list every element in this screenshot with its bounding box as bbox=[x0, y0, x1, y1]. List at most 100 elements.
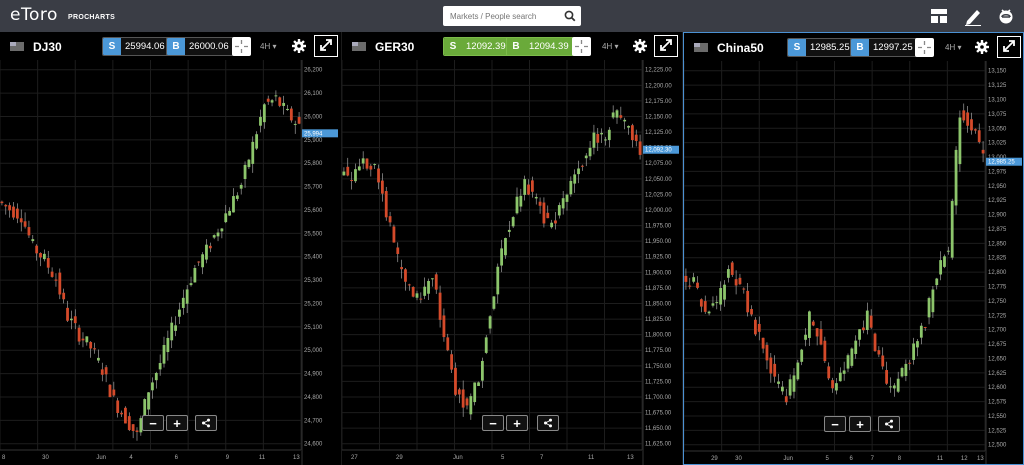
candle bbox=[266, 98, 270, 102]
timeframe-dropdown[interactable]: 4H ▾ bbox=[602, 42, 618, 51]
candle bbox=[212, 235, 216, 238]
candle bbox=[703, 301, 707, 312]
candle bbox=[800, 349, 804, 362]
search-icon[interactable] bbox=[563, 9, 577, 23]
timeframe-dropdown[interactable]: 4H ▾ bbox=[260, 42, 276, 51]
sell-button[interactable]: S 25994.06 bbox=[102, 37, 170, 56]
zoom-in-button[interactable]: + bbox=[849, 416, 871, 432]
y-tick-label: 12,150.00 bbox=[645, 114, 672, 120]
candle bbox=[569, 180, 573, 195]
x-tick-label: 5 bbox=[825, 456, 829, 462]
buy-button[interactable]: B 26000.06 bbox=[166, 37, 234, 56]
crosshair-button[interactable] bbox=[915, 38, 934, 57]
chart-panel-ger30[interactable]: GER30 S 12092.39 B 12094.39 4H ▾ 12,225.00 12,2… bbox=[342, 32, 682, 465]
candle bbox=[946, 250, 950, 252]
candle bbox=[380, 180, 384, 194]
candlestick-chart[interactable]: 13,15013,12513,10013,07513,05013,02513,0… bbox=[684, 61, 1024, 465]
x-tick-label: 11 bbox=[937, 456, 944, 462]
candle bbox=[912, 343, 916, 360]
candle bbox=[804, 334, 807, 340]
candle bbox=[615, 110, 619, 118]
candle bbox=[89, 341, 93, 349]
etoro-icon[interactable] bbox=[996, 6, 1016, 26]
share-button[interactable] bbox=[195, 415, 217, 431]
y-tick-label: 12,725 bbox=[988, 313, 1007, 319]
y-tick-label: 11,700.00 bbox=[645, 395, 672, 401]
share-button[interactable] bbox=[537, 415, 559, 431]
crosshair-button[interactable] bbox=[572, 37, 591, 56]
candle bbox=[573, 174, 577, 184]
candle bbox=[896, 378, 900, 392]
candle bbox=[392, 226, 396, 243]
gear-icon[interactable] bbox=[291, 38, 307, 54]
candle bbox=[692, 277, 696, 282]
candlestick-chart[interactable]: 26,200 26,100 26,000 25,900 25,800 25,700 25,6… bbox=[0, 60, 341, 465]
y-tick-label: 12,675 bbox=[988, 342, 1007, 348]
zoom-in-button[interactable]: + bbox=[166, 415, 188, 431]
candle bbox=[527, 184, 530, 195]
candle bbox=[730, 262, 734, 275]
search-input[interactable] bbox=[443, 6, 555, 27]
candlestick-chart[interactable]: 12,225.00 12,200.00 12,175.00 12,150.00 12,1… bbox=[342, 60, 682, 465]
layout-icon[interactable] bbox=[929, 6, 949, 26]
buy-button[interactable]: B 12094.39 bbox=[506, 37, 574, 56]
expand-button[interactable] bbox=[314, 35, 338, 57]
candle bbox=[958, 117, 962, 165]
zoom-out-button[interactable]: − bbox=[142, 415, 164, 431]
chart-panel-dj30[interactable]: DJ30 S 25994.06 B 26000.06 4H ▾ 26,200 26,100 26… bbox=[0, 32, 341, 465]
candle bbox=[719, 288, 723, 305]
crosshair-button[interactable] bbox=[232, 37, 251, 56]
top-bar: eToro PROCHARTS bbox=[0, 0, 1024, 32]
candle bbox=[862, 327, 865, 331]
candle bbox=[515, 196, 519, 214]
zoom-in-button[interactable]: + bbox=[506, 415, 528, 431]
search-box[interactable] bbox=[443, 6, 581, 27]
candle bbox=[769, 357, 773, 374]
y-tick-label: 11,900.00 bbox=[645, 270, 672, 276]
y-tick-label: 12,750 bbox=[988, 299, 1007, 305]
gear-icon[interactable] bbox=[974, 39, 990, 55]
candle bbox=[170, 322, 174, 341]
sell-button[interactable]: S 12985.25 bbox=[787, 38, 855, 57]
gear-icon[interactable] bbox=[632, 38, 648, 54]
candle bbox=[492, 296, 496, 309]
y-tick-label: 12,850 bbox=[988, 241, 1007, 247]
buy-price: 26000.06 bbox=[185, 38, 233, 55]
candle bbox=[54, 279, 58, 281]
candle bbox=[243, 164, 247, 180]
buy-button[interactable]: B 12997.25 bbox=[850, 38, 918, 57]
etoro-logo[interactable]: eToro bbox=[10, 5, 58, 25]
x-tick-label: 27 bbox=[351, 455, 358, 461]
candle bbox=[19, 218, 23, 223]
candle bbox=[469, 396, 473, 415]
x-tick-label: Jun bbox=[453, 455, 463, 461]
expand-button[interactable] bbox=[997, 36, 1021, 58]
y-tick-label: 25,000 bbox=[304, 348, 323, 354]
candle bbox=[131, 424, 135, 432]
candle bbox=[151, 382, 154, 391]
instrument-symbol: China50 bbox=[717, 41, 764, 55]
candle bbox=[42, 253, 46, 260]
candle bbox=[908, 362, 912, 364]
candle bbox=[77, 327, 81, 342]
y-tick-label: 24,900 bbox=[304, 372, 323, 378]
pencil-icon[interactable] bbox=[963, 6, 983, 26]
zoom-out-button[interactable]: − bbox=[824, 416, 846, 432]
candle bbox=[750, 308, 753, 315]
share-button[interactable] bbox=[878, 416, 900, 432]
y-tick-label: 12,700 bbox=[988, 328, 1007, 334]
candle bbox=[596, 133, 600, 143]
candle bbox=[684, 275, 688, 282]
candle bbox=[346, 166, 350, 176]
timeframe-dropdown[interactable]: 4H ▾ bbox=[945, 43, 961, 52]
price-marker-label: 25,994 bbox=[304, 131, 323, 137]
candle bbox=[889, 386, 892, 388]
candle bbox=[278, 97, 282, 106]
candle bbox=[350, 179, 354, 181]
chart-panel-china50[interactable]: China50 S 12985.25 B 12997.25 4H ▾ 13,150 13,12… bbox=[683, 32, 1024, 465]
sell-button[interactable]: S 12092.39 bbox=[443, 37, 511, 56]
candle bbox=[239, 184, 243, 189]
zoom-out-button[interactable]: − bbox=[482, 415, 504, 431]
candle bbox=[154, 372, 158, 381]
expand-button[interactable] bbox=[654, 35, 678, 57]
